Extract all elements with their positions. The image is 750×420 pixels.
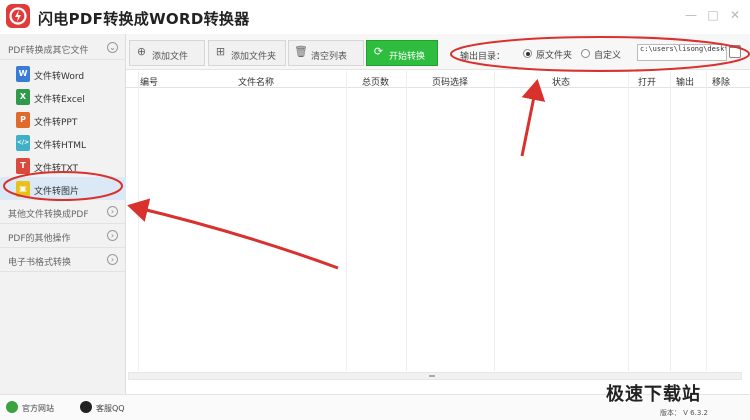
excel-icon: X bbox=[16, 89, 30, 105]
sidebar-item-html[interactable]: </> 文件转HTML bbox=[0, 131, 126, 154]
file-table-header: 编号 文件名称 总页数 页码选择 状态 打开 输出 移除 bbox=[126, 71, 750, 88]
column-divider bbox=[706, 71, 707, 371]
app-logo-icon bbox=[6, 4, 30, 28]
column-divider bbox=[346, 71, 347, 371]
sidebar-item-label: 文件转PPT bbox=[34, 118, 78, 128]
website-link[interactable]: 官方网站 bbox=[22, 403, 54, 414]
chevron-right-icon: › bbox=[107, 254, 118, 265]
clear-list-button[interactable]: 🗑 清空列表 bbox=[288, 40, 364, 66]
sidebar-item-txt[interactable]: T 文件转TXT bbox=[0, 154, 126, 177]
chevron-down-icon: ⌄ bbox=[107, 42, 118, 53]
qq-link[interactable]: 客服QQ bbox=[96, 403, 125, 414]
annotation-arrow-sidebar bbox=[127, 198, 339, 270]
category-label: 其他文件转换成PDF bbox=[8, 210, 89, 220]
output-path-field[interactable]: c:\users\lisong\deskto bbox=[637, 44, 727, 61]
annotation-arrow-output bbox=[520, 79, 546, 157]
column-header-remove: 移除 bbox=[712, 78, 731, 88]
chevron-right-icon: › bbox=[107, 206, 118, 217]
column-header-open: 打开 bbox=[638, 78, 657, 88]
version-label: 版本： V 6.3.2 bbox=[659, 409, 708, 417]
sidebar-item-label: 文件转HTML bbox=[34, 141, 87, 151]
radio-original-label: 原文件夹 bbox=[536, 51, 573, 61]
folder-plus-icon: ⊞ bbox=[215, 45, 226, 58]
add-file-button[interactable]: ⊕ 添加文件 bbox=[129, 40, 205, 66]
column-divider bbox=[406, 71, 407, 371]
column-divider bbox=[138, 71, 139, 371]
category-label: PDF转换成其它文件 bbox=[8, 46, 89, 56]
column-divider bbox=[494, 71, 495, 371]
website-icon bbox=[6, 401, 18, 413]
site-watermark: 极速下载站 bbox=[606, 384, 701, 405]
plus-circle-icon: ⊕ bbox=[136, 45, 147, 58]
sidebar-item-label: 文件转Word bbox=[34, 72, 85, 82]
sidebar-item-excel[interactable]: X 文件转Excel bbox=[0, 85, 126, 108]
horizontal-scrollbar[interactable] bbox=[128, 372, 742, 380]
qq-icon bbox=[80, 401, 92, 413]
html-icon: </> bbox=[16, 135, 30, 151]
scrollbar-thumb[interactable] bbox=[429, 375, 435, 377]
sidebar-item-word[interactable]: W 文件转Word bbox=[0, 62, 126, 85]
sidebar-item-ppt[interactable]: P 文件转PPT bbox=[0, 108, 126, 131]
image-icon: ▣ bbox=[16, 181, 30, 197]
sidebar-item-image[interactable]: ▣ 文件转图片 bbox=[0, 177, 126, 200]
column-header-pages: 总页数 bbox=[362, 78, 390, 88]
category-label: PDF的其他操作 bbox=[8, 234, 71, 244]
add-folder-label: 添加文件夹 bbox=[231, 52, 277, 62]
sidebar-category-ebook[interactable]: 电子书格式转换 › bbox=[0, 248, 126, 272]
sidebar: PDF转换成其它文件 ⌄ W 文件转Word X 文件转Excel P 文件转P… bbox=[0, 34, 126, 394]
sidebar-item-label: 文件转图片 bbox=[34, 187, 80, 197]
ppt-icon: P bbox=[16, 112, 30, 128]
radio-custom-folder[interactable] bbox=[581, 49, 590, 58]
radio-custom-label: 自定义 bbox=[594, 51, 622, 61]
column-header-filename: 文件名称 bbox=[238, 78, 275, 88]
start-convert-button[interactable]: ⟳ 开始转换 bbox=[366, 40, 438, 66]
output-dir-label: 输出目录： bbox=[460, 52, 506, 62]
column-divider bbox=[670, 71, 671, 371]
minimize-button[interactable]: — bbox=[684, 8, 698, 22]
word-icon: W bbox=[16, 66, 30, 82]
sidebar-item-label: 文件转TXT bbox=[34, 164, 79, 174]
column-header-status: 状态 bbox=[552, 78, 571, 88]
app-title: 闪电PDF转换成WORD转换器 bbox=[38, 10, 250, 28]
maximize-button[interactable]: □ bbox=[706, 8, 720, 22]
column-header-index: 编号 bbox=[140, 78, 159, 88]
txt-icon: T bbox=[16, 158, 30, 174]
start-convert-label: 开始转换 bbox=[389, 52, 426, 62]
refresh-icon: ⟳ bbox=[373, 45, 384, 58]
column-header-page-range: 页码选择 bbox=[432, 78, 469, 88]
column-header-output: 输出 bbox=[676, 78, 695, 88]
add-folder-button[interactable]: ⊞ 添加文件夹 bbox=[208, 40, 286, 66]
clear-list-label: 清空列表 bbox=[311, 52, 348, 62]
sidebar-item-label: 文件转Excel bbox=[34, 95, 85, 105]
radio-original-folder[interactable] bbox=[523, 49, 532, 58]
sidebar-category-pdf-operations[interactable]: PDF的其他操作 › bbox=[0, 224, 126, 248]
category-label: 电子书格式转换 bbox=[8, 258, 72, 268]
column-divider bbox=[628, 71, 629, 371]
chevron-right-icon: › bbox=[107, 230, 118, 241]
sidebar-category-pdf-to-other[interactable]: PDF转换成其它文件 ⌄ bbox=[0, 36, 126, 60]
close-button[interactable]: ✕ bbox=[728, 8, 742, 22]
add-file-label: 添加文件 bbox=[152, 52, 189, 62]
title-bar: 闪电PDF转换成WORD转换器 — □ ✕ bbox=[0, 0, 750, 34]
browse-folder-icon[interactable] bbox=[729, 45, 741, 58]
trash-icon: 🗑 bbox=[294, 45, 308, 58]
sidebar-category-other-to-pdf[interactable]: 其他文件转换成PDF › bbox=[0, 200, 126, 224]
